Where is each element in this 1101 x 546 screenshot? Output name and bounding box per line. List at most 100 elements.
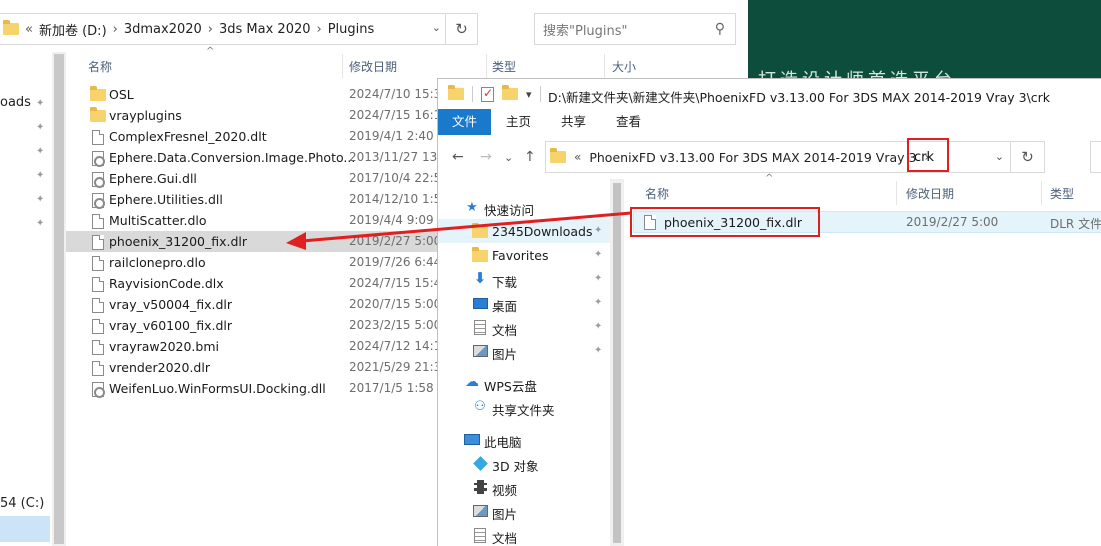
breadcrumb-separator[interactable]: › [208, 22, 213, 37]
nav-item-desktop[interactable]: 桌面 ✦ [438, 291, 610, 315]
tab-file[interactable]: 文件 [438, 109, 492, 135]
file-row[interactable]: railclonepro.dlo 2019/7/26 6:44 [66, 252, 446, 273]
column-name[interactable]: 名称 [645, 185, 669, 202]
computer-icon [464, 433, 480, 445]
breadcrumb-plugins[interactable]: Plugins [328, 22, 375, 37]
back-address-row: « 新加卷 (D:) › 3dmax2020 › 3ds Max 2020 › … [0, 13, 748, 45]
nav-wps-cloud[interactable]: ☁ WPS云盘 [438, 371, 610, 395]
gear-file-icon [92, 381, 105, 398]
column-date[interactable]: 修改日期 [906, 185, 954, 202]
nav-label: 文档 [492, 323, 518, 338]
pin-icon[interactable]: ✦ [594, 273, 602, 284]
breadcrumb-overflow[interactable]: « [25, 22, 33, 37]
customize-toolbar-icon[interactable]: ▾ [526, 88, 532, 101]
file-name: phoenix_31200_fix.dlr [664, 214, 803, 230]
back-address-bar[interactable]: « 新加卷 (D:) › 3dmax2020 › 3ds Max 2020 › … [0, 13, 478, 45]
file-row[interactable]: Ephere.Data.Conversion.Image.Photo... 201… [66, 147, 446, 168]
scrollbar-thumb[interactable] [613, 183, 621, 543]
breadcrumb-crk-highlighted[interactable]: crk [907, 138, 949, 172]
breadcrumb-separator[interactable]: › [317, 22, 322, 37]
file-row-osl[interactable]: OSL 2024/7/10 15:3 [66, 84, 446, 105]
up-arrow-icon[interactable]: ↑ [524, 149, 536, 165]
file-row[interactable]: MultiScatter.dlo 2019/4/4 9:09 [66, 210, 446, 231]
file-row[interactable]: vray_v50004_fix.dlr 2020/7/15 5:00 [66, 294, 446, 315]
properties-icon[interactable] [481, 86, 494, 102]
nav-pc-documents[interactable]: 文档 [438, 523, 610, 546]
file-row[interactable]: Ephere.Utilities.dll 2014/12/10 1:5 [66, 189, 446, 210]
column-divider[interactable] [604, 54, 605, 78]
picture-icon [472, 505, 488, 517]
title-bar[interactable]: ▾ D:\新建文件夹\新建文件夹\PhoenixFD v3.13.00 For … [438, 79, 1101, 109]
address-dropdown-icon[interactable]: ⌄ [432, 21, 441, 34]
file-row[interactable]: vray_v60100_fix.dlr 2023/2/15 5:00 [66, 315, 446, 336]
back-arrow-icon[interactable]: ← [452, 149, 464, 165]
breadcrumb-3dmax2020[interactable]: 3dmax2020 [124, 22, 202, 37]
nav-videos[interactable]: 视频 [438, 475, 610, 499]
file-row[interactable]: vrender2020.dlr 2021/5/29 21:3 [66, 357, 446, 378]
recent-locations-icon[interactable]: ⌄ [504, 151, 513, 164]
file-row[interactable]: RayvisionCode.dlx 2024/7/15 15:4 [66, 273, 446, 294]
tab-view[interactable]: 查看 [601, 109, 656, 135]
nav-label: WPS云盘 [484, 379, 537, 394]
nav-3d-objects[interactable]: 3D 对象 [438, 451, 610, 475]
breadcrumb-3dsmax2020[interactable]: 3ds Max 2020 [219, 22, 311, 37]
column-type[interactable]: 类型 [1050, 185, 1074, 202]
nav-item-downloads[interactable]: oads [0, 95, 31, 110]
file-row[interactable]: Ephere.Gui.dll 2017/10/4 22:5 [66, 168, 446, 189]
nav-scrollbar[interactable] [610, 179, 624, 546]
nav-this-pc[interactable]: 此电脑 [438, 427, 610, 451]
3d-objects-icon [472, 455, 488, 471]
gear-file-icon [92, 171, 105, 188]
file-row[interactable]: ComplexFresnel_2020.dlt 2019/4/1 2:40 [66, 126, 446, 147]
search-input[interactable] [1090, 141, 1101, 173]
search-input[interactable]: 搜索"Plugins" ⚲ [534, 13, 736, 45]
highlighted-file[interactable]: phoenix_31200_fix.dlr [630, 207, 820, 237]
file-date: 2019/4/4 9:09 [349, 213, 434, 227]
pin-icon[interactable]: ✦ [594, 321, 602, 332]
nav-item-favorites[interactable]: Favorites ✦ [438, 243, 610, 267]
file-icon [92, 213, 104, 229]
forward-arrow-icon[interactable]: → [480, 149, 492, 165]
tab-home[interactable]: 主页 [491, 109, 546, 135]
file-row[interactable]: WeifenLuo.WinFormsUI.Docking.dll 2017/1/5… [66, 378, 446, 399]
column-date[interactable]: 修改日期 [349, 58, 397, 75]
scrollbar-thumb[interactable] [54, 54, 64, 544]
file-row[interactable]: vrayraw2020.bmi 2024/7/12 14:1 [66, 336, 446, 357]
pin-icon[interactable]: ✦ [594, 297, 602, 308]
front-address-bar[interactable]: « PhoenixFD v3.13.00 For 3DS MAX 2014-20… [545, 138, 1045, 173]
column-divider[interactable] [486, 54, 487, 78]
breadcrumb-overflow[interactable]: « [574, 150, 581, 164]
breadcrumb-phoenixfd[interactable]: PhoenixFD v3.13.00 For 3DS MAX 2014-2019… [589, 150, 916, 165]
nav-shared-folder[interactable]: ⚇ 共享文件夹 [438, 395, 610, 419]
nav-selection[interactable] [0, 516, 50, 542]
file-row-vrayplugins[interactable]: vrayplugins 2024/7/15 16:1 [66, 105, 446, 126]
column-divider[interactable] [896, 181, 897, 205]
nav-label: 视频 [492, 483, 518, 498]
nav-item-2345downloads[interactable]: 2345Downloads ✦ [438, 219, 610, 243]
nav-pc-pictures[interactable]: 图片 [438, 499, 610, 523]
nav-item-pictures[interactable]: 图片 ✦ [438, 339, 610, 363]
breadcrumb-separator[interactable]: › [113, 22, 118, 37]
column-divider[interactable] [1041, 181, 1042, 205]
refresh-button[interactable]: ↻ [1010, 142, 1044, 172]
file-row-selected[interactable]: phoenix_31200_fix.dlr 2019/2/27 5:00 [66, 231, 446, 252]
column-size[interactable]: 大小 [612, 58, 636, 75]
pin-icon[interactable]: ✦ [594, 249, 602, 260]
pin-icon[interactable]: ✦ [594, 345, 602, 356]
address-dropdown-icon[interactable]: ⌄ [995, 150, 1004, 163]
folder-icon [3, 20, 19, 35]
tab-share[interactable]: 共享 [546, 109, 601, 135]
new-folder-icon[interactable] [502, 85, 518, 100]
column-type[interactable]: 类型 [492, 58, 516, 75]
nav-scrollbar[interactable] [52, 52, 66, 546]
nav-item-downloads[interactable]: ⬇ 下载 ✦ [438, 267, 610, 291]
refresh-button[interactable]: ↻ [445, 14, 477, 44]
nav-item-drive-c[interactable]: 54 (C:) [0, 496, 44, 511]
breadcrumb-drive[interactable]: 新加卷 (D:) [39, 20, 107, 39]
nav-item-documents[interactable]: 文档 ✦ [438, 315, 610, 339]
column-divider[interactable] [342, 54, 343, 78]
search-icon[interactable]: ⚲ [715, 21, 725, 37]
pin-icon[interactable]: ✦ [594, 225, 602, 236]
column-name[interactable]: 名称 [88, 58, 112, 75]
nav-quick-access[interactable]: ★ 快速访问 [438, 195, 610, 219]
